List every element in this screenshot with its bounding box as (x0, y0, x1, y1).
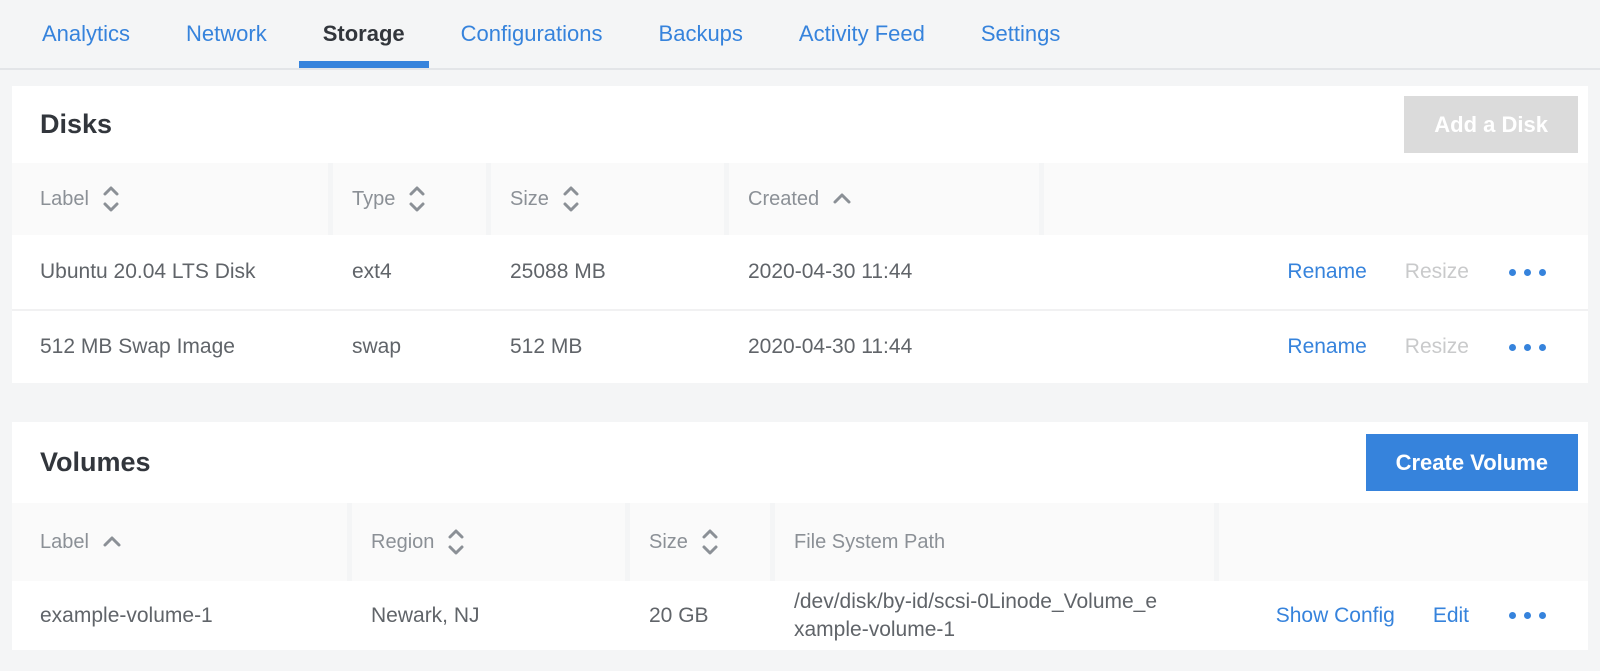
volumes-sort-size[interactable]: Size (625, 503, 770, 581)
volumes-section: Volumes Create Volume Label Region Size … (12, 422, 1588, 650)
disk-row-swap: 512 MB Swap Image swap 512 MB 2020-04-30… (12, 309, 1588, 383)
disk-size: 512 MB (486, 311, 724, 383)
sort-both-icon (446, 526, 466, 558)
disk-row-actions: Rename Resize (1039, 235, 1588, 309)
disks-table-header: Label Type Size Created (12, 163, 1588, 235)
disk-type: ext4 (328, 235, 486, 309)
volumes-table-header: Label Region Size File System Path (12, 503, 1588, 581)
volume-label: example-volume-1 (12, 581, 347, 650)
tab-activity-feed[interactable]: Activity Feed (775, 0, 949, 68)
volumes-header: Volumes Create Volume (12, 422, 1588, 503)
sort-both-icon (561, 183, 581, 215)
disks-sort-label[interactable]: Label (12, 163, 328, 235)
volumes-sort-label[interactable]: Label (12, 503, 347, 581)
volume-region: Newark, NJ (347, 581, 625, 650)
sort-both-icon (407, 183, 427, 215)
tab-label: Activity Feed (799, 21, 925, 47)
disks-sort-size[interactable]: Size (486, 163, 724, 235)
disk-created: 2020-04-30 11:44 (724, 235, 1039, 309)
disks-title: Disks (40, 109, 112, 140)
rename-link[interactable]: Rename (1287, 260, 1366, 284)
create-volume-button[interactable]: Create Volume (1366, 434, 1578, 491)
sort-both-icon (700, 526, 720, 558)
sort-asc-icon (101, 534, 123, 550)
tab-network[interactable]: Network (162, 0, 291, 68)
disk-created: 2020-04-30 11:44 (724, 311, 1039, 383)
tab-configurations[interactable]: Configurations (437, 0, 627, 68)
tab-analytics[interactable]: Analytics (18, 0, 154, 68)
volume-row-actions: Show Config Edit (1214, 581, 1588, 650)
disk-label: Ubuntu 20.04 LTS Disk (12, 235, 328, 309)
add-disk-button[interactable]: Add a Disk (1404, 96, 1578, 153)
tab-bar: Analytics Network Storage Configurations… (0, 0, 1600, 70)
tab-label: Storage (323, 21, 405, 47)
volumes-column-path: File System Path (770, 503, 1214, 581)
tab-settings[interactable]: Settings (957, 0, 1085, 68)
tab-storage[interactable]: Storage (299, 0, 429, 68)
tab-backups[interactable]: Backups (635, 0, 767, 68)
disk-type: swap (328, 311, 486, 383)
tab-label: Network (186, 21, 267, 47)
disks-section: Disks Add a Disk Label Type Size Created… (12, 86, 1588, 383)
volume-size: 20 GB (625, 581, 770, 650)
volume-path: /dev/disk/by-id/scsi-0Linode_Volume_exam… (770, 581, 1214, 650)
rename-link[interactable]: Rename (1287, 335, 1366, 359)
disks-header: Disks Add a Disk (12, 86, 1588, 163)
show-config-link[interactable]: Show Config (1276, 604, 1395, 628)
volume-row: example-volume-1 Newark, NJ 20 GB /dev/d… (12, 581, 1588, 650)
disk-row-actions: Rename Resize (1039, 311, 1588, 383)
resize-link[interactable]: Resize (1405, 260, 1469, 284)
disk-label: 512 MB Swap Image (12, 311, 328, 383)
volumes-title: Volumes (40, 447, 151, 478)
disks-sort-created[interactable]: Created (724, 163, 1039, 235)
tab-label: Analytics (42, 21, 130, 47)
volumes-actions-header (1214, 503, 1588, 581)
sort-asc-icon (831, 191, 853, 207)
more-actions-menu-icon[interactable] (1507, 263, 1548, 282)
sort-both-icon (101, 183, 121, 215)
disk-row-ubuntu: Ubuntu 20.04 LTS Disk ext4 25088 MB 2020… (12, 235, 1588, 309)
tab-label: Settings (981, 21, 1061, 47)
volume-path-text: /dev/disk/by-id/scsi-0Linode_Volume_exam… (794, 588, 1166, 644)
disks-sort-type[interactable]: Type (328, 163, 486, 235)
disk-size: 25088 MB (486, 235, 724, 309)
tab-label: Configurations (461, 21, 603, 47)
resize-link[interactable]: Resize (1405, 335, 1469, 359)
edit-link[interactable]: Edit (1433, 604, 1469, 628)
volumes-sort-region[interactable]: Region (347, 503, 625, 581)
tab-label: Backups (659, 21, 743, 47)
more-actions-menu-icon[interactable] (1507, 606, 1548, 625)
more-actions-menu-icon[interactable] (1507, 338, 1548, 357)
disks-actions-header (1039, 163, 1588, 235)
